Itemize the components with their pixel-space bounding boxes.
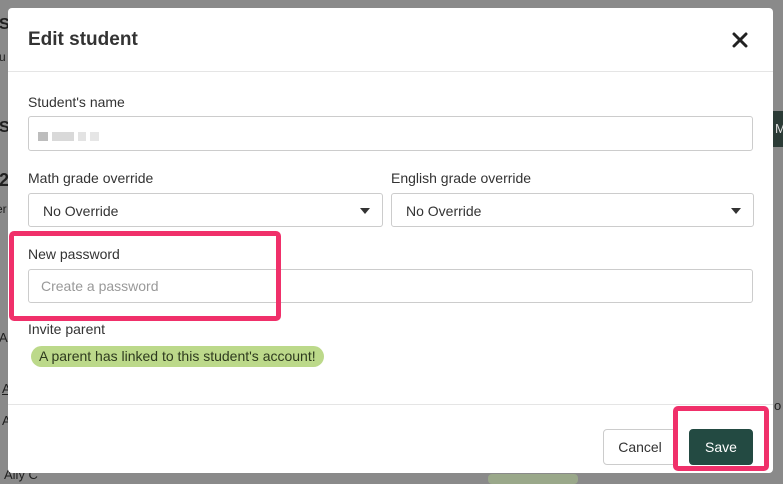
parent-linked-badge: A parent has linked to this student's ac…	[31, 346, 324, 367]
cancel-button[interactable]: Cancel	[603, 429, 677, 465]
math-grade-value: No Override	[43, 203, 119, 219]
background-fragment: M	[775, 121, 783, 136]
caret-down-icon	[731, 208, 741, 214]
math-grade-label: Math grade override	[28, 170, 154, 186]
background-fragment: o	[774, 398, 782, 413]
background-fragment: er	[0, 202, 7, 216]
caret-down-icon	[360, 208, 370, 214]
modal-title: Edit student	[28, 29, 138, 50]
student-name-input[interactable]	[28, 116, 753, 151]
close-icon	[732, 32, 748, 48]
background-fragment: A	[0, 330, 8, 345]
save-highlight-box	[673, 406, 769, 471]
english-grade-select[interactable]: No Override	[391, 193, 754, 227]
invite-parent-label: Invite parent	[28, 321, 106, 337]
password-highlight-box	[9, 231, 281, 321]
blurred-name	[38, 132, 99, 141]
background-fragment: u	[0, 50, 6, 64]
background-pill	[488, 474, 578, 484]
math-grade-select[interactable]: No Override	[28, 193, 383, 227]
english-grade-label: English grade override	[391, 170, 532, 186]
english-grade-value: No Override	[406, 203, 482, 219]
modal-header: Edit student	[8, 8, 773, 72]
student-name-label: Student's name	[28, 94, 125, 110]
close-button[interactable]	[726, 26, 754, 54]
